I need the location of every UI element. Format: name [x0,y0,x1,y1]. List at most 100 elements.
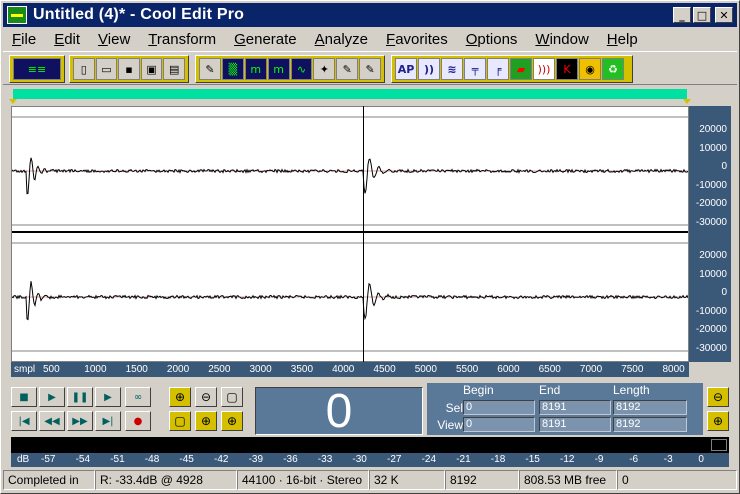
meter-label: -45 [179,454,194,465]
time-label: 1000 [84,364,107,375]
menu-file[interactable]: File [3,31,45,48]
clip-indicator[interactable] [711,439,727,451]
fast-forward-button[interactable]: ▶▶ [67,411,93,431]
status-samples: 8192 [445,470,519,490]
maximize-button[interactable]: □ [693,7,711,23]
menu-analyze[interactable]: Analyze [306,31,377,48]
filter-icon[interactable]: ╒ [487,58,509,80]
vertical-zoom-in-icon[interactable]: ⊕ [707,411,729,431]
vertical-zoom-out-icon[interactable]: ⊖ [707,387,729,407]
menu-generate[interactable]: Generate [225,31,306,48]
menu-transform[interactable]: Transform [139,31,225,48]
new-file-icon[interactable]: ▯ [73,58,95,80]
mix-paste-icon[interactable]: m [267,58,290,80]
status-last: 0 [617,470,737,490]
toolbar-group-2: ▯ ▭ ▪ ▣ ▤ [69,55,189,83]
multitrack-icon[interactable]: ≡≡ [13,58,61,80]
sonar-icon[interactable]: ))) [533,58,555,80]
stop-button[interactable]: ■ [11,387,37,407]
left-waveform [12,116,688,226]
view-end-field[interactable]: 8191 [539,417,611,432]
meter-label: -27 [387,454,402,465]
meter-label: -51 [110,454,125,465]
menu-options[interactable]: Options [457,31,527,48]
envelope-icon[interactable]: ✎ [359,58,381,80]
rewind-button[interactable]: ◀◀ [39,411,65,431]
view-length-field[interactable]: 8192 [613,417,687,432]
meter-label: -12 [560,454,575,465]
time-label: 500 [43,364,60,375]
zoom-right-icon[interactable]: ⊕ [221,411,243,431]
wand-icon[interactable]: ✦ [313,58,336,80]
open-file-icon[interactable]: ▭ [95,58,118,80]
view-begin-field[interactable]: 0 [463,417,535,432]
phaser-icon[interactable]: )) [418,58,440,80]
meter-label: -54 [75,454,91,465]
go-to-end-button[interactable]: ▶| [95,411,121,431]
meter-label: -15 [525,454,540,465]
zoom-controls: ⊕ ⊖ ▢ ▢ ⊕ ⊕ [167,385,251,435]
go-to-start-button[interactable]: |◀ [11,411,37,431]
save-selection-icon[interactable]: ▤ [163,58,185,80]
close-button[interactable]: ✕ [715,7,733,23]
amp-label: 0 [721,287,727,298]
chorus-icon[interactable]: ≋ [441,58,463,80]
sel-end-field[interactable]: 8191 [539,400,611,415]
edit-icon[interactable]: ✎ [199,58,221,80]
meter-unit-label: dB [17,454,30,465]
minimize-button[interactable]: _ [673,7,691,23]
amp-label: -20000 [695,324,727,335]
time-label: 6000 [497,364,520,375]
record-button[interactable]: ● [125,411,151,431]
toolbar: ≡≡ ▯ ▭ ▪ ▣ ▤ ✎ ▒ m m ∿ ✦ ✎ ✎ AP )) ≋ ╤ ╒… [3,51,737,85]
playback-cursor[interactable] [363,106,364,362]
sel-label: Sel [445,401,463,415]
recycle-icon[interactable]: ♻ [602,58,624,80]
amp-label: -30000 [695,216,727,228]
left-channel[interactable] [12,111,688,231]
time-label: 7500 [621,364,644,375]
time-label: 7000 [579,364,603,375]
waveform-display[interactable] [11,106,689,362]
menu-edit[interactable]: Edit [45,31,89,48]
pause-button[interactable]: ❚❚ [67,387,93,407]
toolbar-group-4: AP )) ≋ ╤ ╒ ▰ ))) K ◉ ♻ [391,55,633,83]
waveform-icon[interactable]: ∿ [290,58,313,80]
menu-window[interactable]: Window [526,31,597,48]
sel-length-field[interactable]: 8192 [613,400,687,415]
meter-label: -21 [456,454,471,465]
menu-help[interactable]: Help [598,31,647,48]
zoom-out-icon[interactable]: ⊖ [195,387,217,407]
zoom-full-icon[interactable]: ▢ [221,387,243,407]
time-label: 1500 [125,364,148,375]
mix-icon[interactable]: m [244,58,267,80]
red-green-icon[interactable]: ▰ [510,58,532,80]
noise-gate-icon[interactable]: K [556,58,578,80]
sel-begin-field[interactable]: 0 [463,400,535,415]
time-ruler[interactable]: smpl 500 1000 1500 2000 2500 3000 3500 4000 4500 5… [11,362,689,377]
menu-favorites[interactable]: Favorites [377,31,457,48]
meter-label: -30 [352,454,367,465]
meter-label: 0 [698,454,704,465]
overview-bar[interactable] [9,89,691,104]
pan-icon[interactable]: ◉ [579,58,601,80]
menu-view[interactable]: View [89,31,139,48]
play-button[interactable]: ▶ [39,387,65,407]
play-to-end-button[interactable]: ▶ [95,387,121,407]
view-label: View [437,418,463,432]
meter-scale: dB -57 -54 -51 -48 -45 -42 -39 -36 -33 -30 -27 -24 -2… [11,453,729,467]
graphic-eq-icon[interactable]: ╤ [464,58,486,80]
save-all-icon[interactable]: ▣ [140,58,163,80]
time-label: 2500 [208,364,231,375]
generate-icon[interactable]: ✎ [336,58,359,80]
time-label: 2000 [166,364,190,375]
ap-icon[interactable]: AP [395,58,417,80]
begin-header: Begin [463,383,494,397]
right-channel[interactable] [12,237,688,357]
zoom-in-icon[interactable]: ⊕ [169,387,191,407]
noise-icon[interactable]: ▒ [221,58,244,80]
loop-button[interactable]: ∞ [125,387,151,407]
save-icon[interactable]: ▪ [118,58,140,80]
zoom-left-icon[interactable]: ⊕ [195,411,217,431]
zoom-selection-icon[interactable]: ▢ [169,411,191,431]
